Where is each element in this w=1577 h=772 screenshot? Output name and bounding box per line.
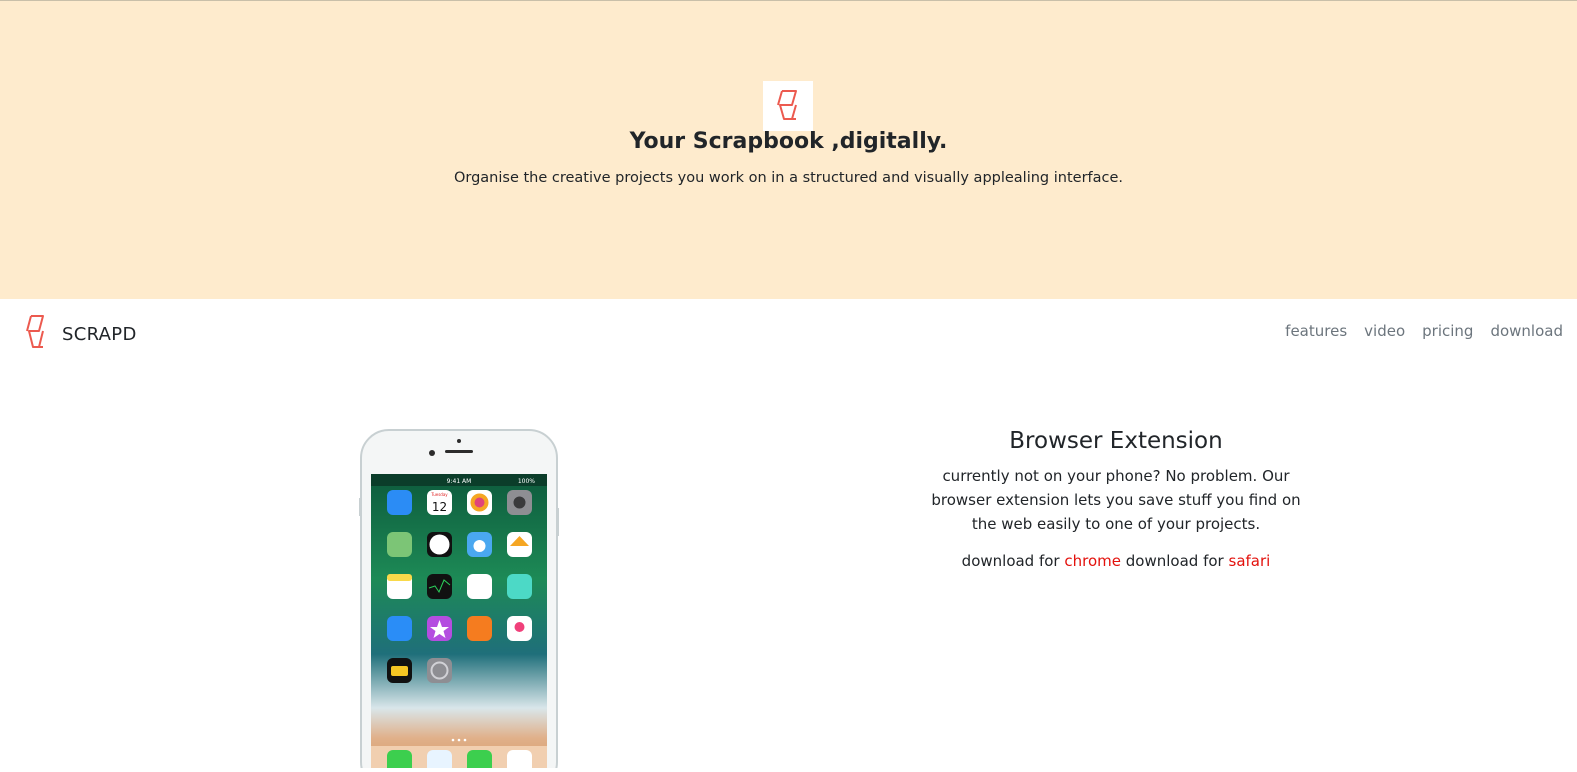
calendar-day: Tuesday — [430, 492, 448, 497]
navbar: SCRAPD features video pricing download — [0, 299, 1577, 367]
nav-links: features video pricing download — [1285, 322, 1563, 340]
scrapd-logo-icon — [763, 81, 813, 131]
nav-link-download[interactable]: download — [1490, 322, 1563, 340]
extension-title: Browser Extension — [1009, 428, 1223, 454]
safari-download-link[interactable]: safari — [1229, 552, 1271, 570]
chrome-download-link[interactable]: chrome — [1064, 552, 1121, 570]
hero-section: Your Scrapbook ,digitally. Organise the … — [0, 0, 1577, 299]
extension-description: currently not on your phone? No problem.… — [931, 467, 1301, 533]
browser-extension-section: Browser Extension currently not on your … — [930, 428, 1302, 570]
nav-link-features[interactable]: features — [1285, 322, 1347, 340]
scrapd-logo-icon — [26, 314, 46, 354]
iphone-image: 9:41 AM 100% Tuesday 12 — [359, 428, 559, 772]
calendar-date: 12 — [432, 500, 447, 514]
hero-title: Your Scrapbook ,digitally. — [629, 129, 948, 154]
nav-link-pricing[interactable]: pricing — [1422, 322, 1473, 340]
download-links: download for chrome download for safari — [930, 552, 1302, 570]
download-prefix: download for — [1125, 552, 1224, 570]
status-time: 9:41 AM — [447, 478, 472, 485]
download-prefix: download for — [961, 552, 1060, 570]
hero-subtitle: Organise the creative projects you work … — [453, 170, 1124, 186]
brand-name: SCRAPD — [62, 323, 137, 345]
status-battery: 100% — [518, 478, 535, 485]
brand-link[interactable]: SCRAPD — [26, 314, 137, 354]
nav-link-video[interactable]: video — [1364, 322, 1405, 340]
